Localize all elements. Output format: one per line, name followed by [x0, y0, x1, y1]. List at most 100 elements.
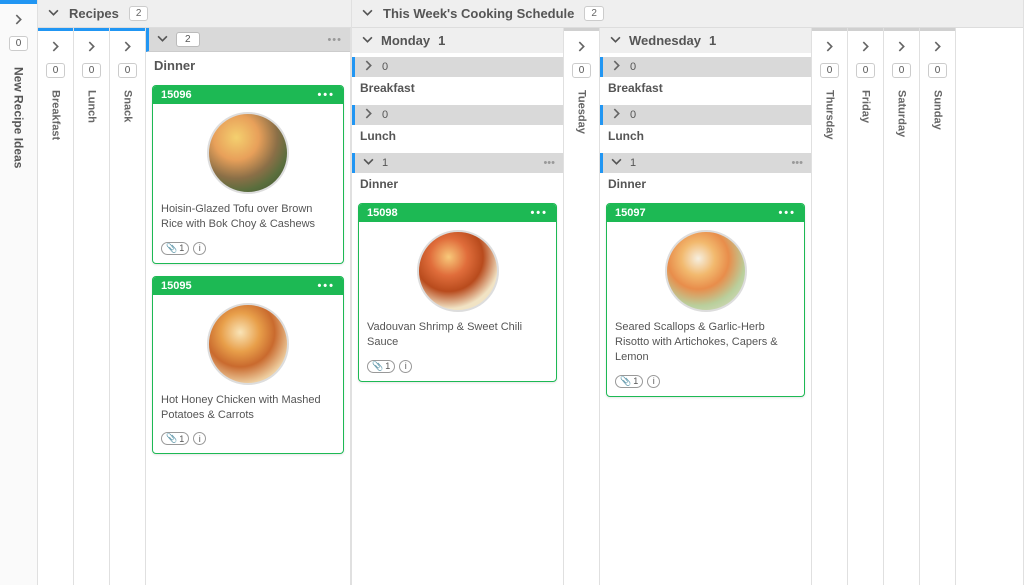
section-count: 1	[382, 157, 388, 169]
day-column-tuesday[interactable]: 0 Tuesday	[564, 28, 600, 585]
day-label: Saturday	[896, 90, 908, 137]
chevron-down-icon[interactable]	[48, 6, 59, 21]
chevron-right-icon[interactable]	[860, 39, 871, 57]
lane-title: Dinner	[146, 52, 350, 79]
attachment-icon[interactable]: 📎1	[367, 360, 395, 373]
day-label: Thursday	[824, 90, 836, 140]
day-column-wednesday: Wednesday 1 0 Breakfast 0 Lunch 1 ••• Di…	[600, 28, 812, 585]
section-title: Dinner	[600, 173, 811, 197]
info-icon[interactable]: i	[193, 242, 206, 255]
group-recipes: Recipes 2 0 Breakfast 0 Lunch 0 Snack 2	[38, 0, 352, 585]
chevron-right-icon[interactable]	[50, 39, 61, 57]
card-more-icon[interactable]: •••	[317, 280, 335, 292]
section-head-breakfast[interactable]: 0	[600, 57, 811, 77]
chevron-down-icon[interactable]	[362, 33, 373, 48]
more-icon[interactable]: •••	[327, 34, 342, 46]
chevron-right-icon[interactable]	[576, 39, 587, 57]
more-icon[interactable]: •••	[791, 157, 803, 169]
info-icon[interactable]: i	[399, 360, 412, 373]
section-head-dinner[interactable]: 1 •••	[600, 153, 811, 173]
recipe-card[interactable]: 15096 ••• Hoisin-Glazed Tofu over Brown …	[152, 85, 344, 264]
group-header-recipes[interactable]: Recipes 2	[38, 0, 351, 28]
card-description: Vadouvan Shrimp & Sweet Chili Sauce	[359, 320, 556, 356]
card-description: Hoisin-Glazed Tofu over Brown Rice with …	[153, 202, 343, 238]
section-title: Dinner	[352, 173, 563, 197]
chevron-right-icon[interactable]	[363, 60, 374, 74]
day-column-sunday[interactable]: 0 Sunday	[920, 28, 956, 585]
lane-snack[interactable]: 0 Snack	[110, 28, 146, 585]
section-count: 0	[382, 109, 388, 121]
count-badge: 0	[928, 63, 948, 78]
section-head-dinner[interactable]: 1 •••	[352, 153, 563, 173]
group-header-schedule[interactable]: This Week's Cooking Schedule 2	[352, 0, 1023, 28]
attachment-icon[interactable]: 📎1	[615, 375, 643, 388]
accent-bar	[564, 28, 599, 31]
section-head-lunch[interactable]: 0	[352, 105, 563, 125]
accent-bar	[74, 28, 109, 31]
section-head-lunch[interactable]: 0	[600, 105, 811, 125]
column-new-recipe-ideas[interactable]: 0 New Recipe Ideas	[0, 0, 38, 585]
lane-label: Breakfast	[50, 90, 62, 140]
day-header-wednesday[interactable]: Wednesday 1	[600, 28, 811, 53]
info-icon[interactable]: i	[647, 375, 660, 388]
lane-label: Snack	[122, 90, 134, 122]
chevron-down-icon[interactable]	[363, 156, 374, 170]
accent-bar	[110, 28, 145, 31]
day-count: 1	[709, 33, 716, 48]
dish-image	[417, 230, 499, 312]
recipe-card[interactable]: 15098 ••• Vadouvan Shrimp & Sweet Chili …	[358, 203, 557, 382]
section-count: 0	[382, 61, 388, 73]
chevron-down-icon[interactable]	[610, 33, 621, 48]
lane-breakfast[interactable]: 0 Breakfast	[38, 28, 74, 585]
day-column-thursday[interactable]: 0 Thursday	[812, 28, 848, 585]
group-count: 2	[129, 6, 149, 21]
more-icon[interactable]: •••	[543, 157, 555, 169]
recipe-card[interactable]: 15095 ••• Hot Honey Chicken with Mashed …	[152, 276, 344, 455]
day-header-monday[interactable]: Monday 1	[352, 28, 563, 53]
count-badge: 0	[46, 63, 66, 78]
card-description: Hot Honey Chicken with Mashed Potatoes &…	[153, 393, 343, 429]
chevron-right-icon[interactable]	[932, 39, 943, 57]
lane-header-dinner[interactable]: 2 •••	[146, 28, 350, 52]
lane-label: Lunch	[86, 90, 98, 123]
attachment-icon[interactable]: 📎1	[161, 432, 189, 445]
chevron-right-icon[interactable]	[824, 39, 835, 57]
chevron-right-icon[interactable]	[86, 39, 97, 57]
count-badge: 0	[820, 63, 840, 78]
chevron-down-icon[interactable]	[362, 6, 373, 21]
day-count: 1	[438, 33, 445, 48]
day-column-saturday[interactable]: 0 Saturday	[884, 28, 920, 585]
card-more-icon[interactable]: •••	[778, 207, 796, 219]
section-title: Breakfast	[352, 77, 563, 101]
chevron-right-icon[interactable]	[13, 12, 24, 30]
dish-image	[207, 303, 289, 385]
section-count: 1	[630, 157, 636, 169]
chevron-right-icon[interactable]	[363, 108, 374, 122]
section-head-breakfast[interactable]: 0	[352, 57, 563, 77]
accent-bar	[0, 0, 37, 4]
lane-dinner: 2 ••• Dinner 15096 ••• Hoisin-Glazed Tof…	[146, 28, 351, 585]
dish-image	[665, 230, 747, 312]
recipe-card[interactable]: 15097 ••• Seared Scallops & Garlic-Herb …	[606, 203, 805, 397]
day-label: Tuesday	[576, 90, 588, 134]
card-more-icon[interactable]: •••	[317, 89, 335, 101]
chevron-right-icon[interactable]	[122, 39, 133, 57]
day-column-friday[interactable]: 0 Friday	[848, 28, 884, 585]
info-icon[interactable]: i	[193, 432, 206, 445]
accent-bar	[848, 28, 883, 31]
chevron-down-icon[interactable]	[157, 33, 168, 47]
chevron-right-icon[interactable]	[896, 39, 907, 57]
lane-count: 2	[176, 32, 200, 47]
chevron-right-icon[interactable]	[611, 60, 622, 74]
accent-bar	[38, 28, 73, 31]
section-title: Lunch	[600, 125, 811, 149]
lane-lunch[interactable]: 0 Lunch	[74, 28, 110, 585]
group-schedule: This Week's Cooking Schedule 2 Monday 1 …	[352, 0, 1024, 585]
attachment-icon[interactable]: 📎1	[161, 242, 189, 255]
card-more-icon[interactable]: •••	[530, 207, 548, 219]
day-label: Monday	[381, 33, 430, 48]
section-count: 0	[630, 61, 636, 73]
count-badge: 0	[856, 63, 876, 78]
chevron-right-icon[interactable]	[611, 108, 622, 122]
chevron-down-icon[interactable]	[611, 156, 622, 170]
